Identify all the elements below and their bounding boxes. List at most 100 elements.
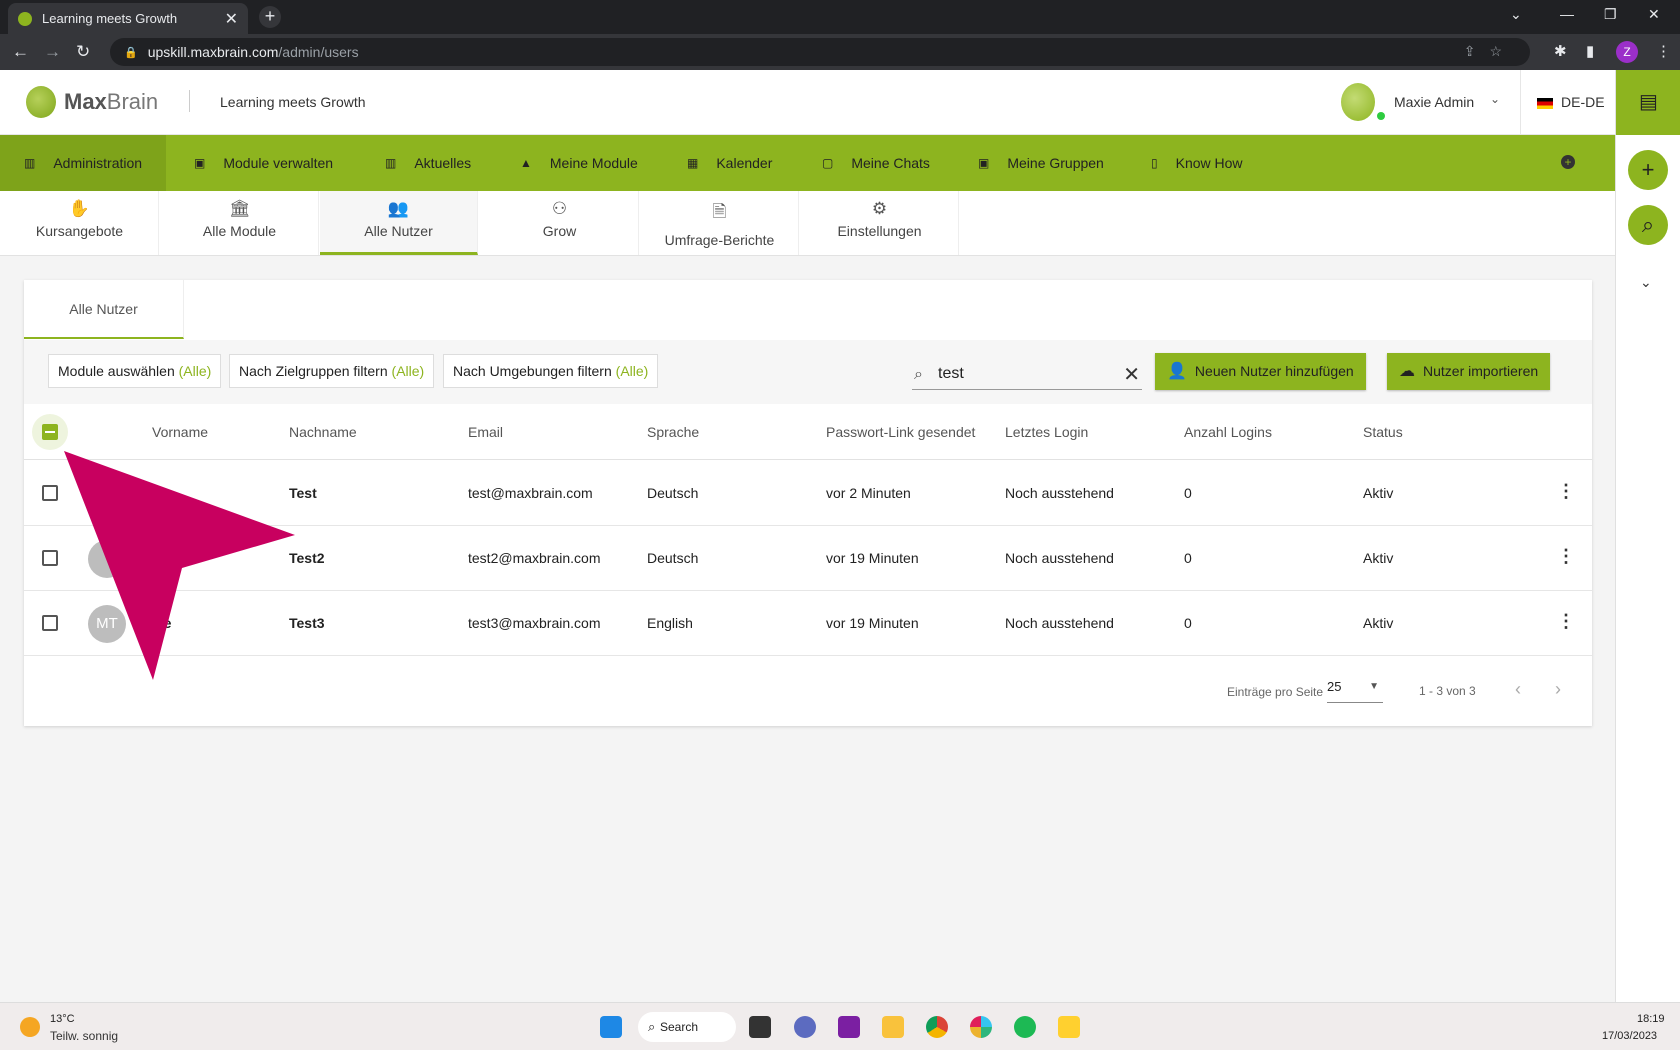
nav-label: Meine Module — [549, 155, 638, 171]
table-row[interactable]: Test2 test2@maxbrain.com Deutsch vor 19 … — [24, 526, 1592, 591]
address-bar[interactable]: 🔒 upskill.maxbrain.com/admin/users ⇪☆ — [110, 38, 1530, 66]
card-tab-alle-nutzer[interactable]: Alle Nutzer — [24, 280, 184, 339]
reload-icon[interactable]: ↻ — [76, 42, 90, 62]
avatar: MT — [88, 605, 126, 643]
nav-administration[interactable]: ▥ Administration — [0, 135, 167, 191]
col-email[interactable]: Email — [468, 424, 503, 440]
user-name[interactable]: Maxie Admin — [1394, 94, 1474, 110]
sidepanel-icon[interactable]: ▮ — [1586, 42, 1594, 60]
nav-meine-module[interactable]: ▲ Meine Module — [520, 135, 638, 191]
col-nachname[interactable]: Nachname — [289, 424, 357, 440]
filter-bar: Module auswählen (Alle) Nach Zielgruppen… — [24, 340, 1592, 404]
tab-kursangebote[interactable]: ✋ Kursangebote — [1, 191, 159, 255]
share-bookmark-icons[interactable]: ⇪☆ — [1464, 43, 1516, 60]
nav-know-how[interactable]: ▯ Know How — [1151, 135, 1243, 191]
chevron-down-icon[interactable]: ⌄ — [1640, 274, 1652, 291]
chat-icon[interactable]: ▤ — [1616, 70, 1680, 135]
task-view-icon[interactable] — [749, 1016, 771, 1038]
cell-email: test@maxbrain.com — [468, 485, 593, 501]
filter-umgebungen-button[interactable]: Nach Umgebungen filtern (Alle) — [443, 354, 659, 388]
new-tab-button[interactable]: + — [259, 6, 281, 28]
weather-temperature[interactable]: 13°C — [50, 1013, 75, 1025]
prev-page-icon[interactable]: ‹ — [1515, 679, 1521, 700]
table-row[interactable]: MT xie Test3 test3@maxbrain.com English … — [24, 591, 1592, 656]
back-icon[interactable]: ← — [12, 42, 29, 62]
onenote-icon[interactable] — [838, 1016, 860, 1038]
col-sprache[interactable]: Sprache — [647, 424, 699, 440]
file-explorer-icon[interactable] — [882, 1016, 904, 1038]
tab-alle-nutzer[interactable]: 👥 Alle Nutzer — [320, 191, 478, 255]
graduation-cap-icon: ▲ — [520, 156, 532, 170]
row-checkbox[interactable] — [42, 485, 58, 501]
user-avatar[interactable] — [1341, 83, 1375, 121]
forward-icon[interactable]: → — [44, 42, 61, 62]
report-icon: 🗎 — [712, 202, 727, 221]
col-vorname[interactable]: Vorname — [152, 424, 208, 440]
slack-icon[interactable] — [970, 1016, 992, 1038]
row-checkbox[interactable] — [42, 550, 58, 566]
calendar-icon: ▦ — [687, 156, 699, 170]
cell-status: Aktiv — [1363, 615, 1394, 631]
start-icon[interactable] — [600, 1016, 622, 1038]
users-icon: 👥 — [387, 199, 410, 218]
nav-module-verwalten[interactable]: ▣ Module verwalten — [194, 135, 333, 191]
clock-date[interactable]: 17/03/2023 — [1602, 1030, 1657, 1042]
chrome-menu-icon[interactable]: ⋮ — [1656, 42, 1671, 60]
cell-sprache: English — [647, 615, 693, 631]
language-selector[interactable]: DE-DE — [1561, 94, 1605, 110]
tab-label: Kursangebote — [35, 223, 124, 239]
tab-grow[interactable]: ⚇ Grow — [481, 191, 639, 255]
maxbrain-logo[interactable]: Max Brain — [26, 86, 158, 118]
clear-search-icon[interactable]: ✕ — [1123, 362, 1140, 387]
taskbar-search[interactable]: ⌕ Search — [638, 1012, 736, 1042]
close-tab-icon[interactable]: ✕ — [225, 9, 238, 29]
close-window-icon[interactable]: ✕ — [1648, 6, 1660, 23]
profile-avatar[interactable]: Z — [1616, 41, 1638, 63]
nav-meine-chats[interactable]: ▢ Meine Chats — [822, 135, 930, 191]
add-icon[interactable]: + — [1628, 150, 1668, 190]
user-menu-chevron-icon[interactable]: ⌄ — [1490, 92, 1500, 106]
restore-icon[interactable]: ❐ — [1604, 6, 1617, 23]
col-passwort-link[interactable]: Passwort-Link gesendet — [826, 424, 975, 440]
col-anzahl-logins[interactable]: Anzahl Logins — [1184, 424, 1272, 440]
col-status[interactable]: Status — [1363, 424, 1403, 440]
search-input[interactable] — [938, 362, 1108, 386]
table-row[interactable]: Test test@maxbrain.com Deutsch vor 2 Min… — [24, 461, 1592, 526]
weather-sun-icon[interactable] — [20, 1017, 40, 1037]
row-menu-icon[interactable]: ⋮ — [1557, 546, 1575, 567]
filter-zielgruppen-button[interactable]: Nach Zielgruppen filtern (Alle) — [229, 354, 435, 388]
per-page-select[interactable]: 25 ▼ — [1327, 679, 1383, 703]
tab-umfrage-berichte[interactable]: 🗎 Umfrage-Berichte — [641, 191, 799, 255]
col-letztes-login[interactable]: Letztes Login — [1005, 424, 1088, 440]
minimize-icon[interactable]: — — [1560, 6, 1574, 22]
nav-meine-gruppen[interactable]: ▣ Meine Gruppen — [978, 135, 1104, 191]
select-all-checkbox[interactable] — [42, 424, 58, 440]
add-user-button[interactable]: 👤 Neuen Nutzer hinzufügen — [1155, 353, 1366, 390]
weather-description[interactable]: Teilw. sonnig — [50, 1029, 118, 1043]
extensions-icon[interactable]: ✱ — [1554, 42, 1567, 60]
header-tagline: Learning meets Growth — [220, 94, 366, 110]
import-users-button[interactable]: ☁ Nutzer importieren — [1387, 353, 1551, 390]
row-menu-icon[interactable]: ⋮ — [1557, 611, 1575, 632]
browser-tab[interactable]: Learning meets Growth ✕ — [8, 3, 248, 34]
cell-email: test3@maxbrain.com — [468, 615, 601, 631]
brain-logo-icon — [26, 86, 56, 118]
cell-anzahl-logins: 0 — [1184, 550, 1192, 566]
tab-search-icon[interactable]: ⌄ — [1510, 6, 1522, 23]
next-page-icon[interactable]: › — [1555, 679, 1561, 700]
tab-einstellungen[interactable]: ⚙ Einstellungen — [801, 191, 959, 255]
teams-icon[interactable] — [794, 1016, 816, 1038]
search-icon[interactable]: ⌕ — [1628, 205, 1668, 245]
tab-alle-module[interactable]: 🏛 Alle Module — [161, 191, 319, 255]
row-checkbox[interactable] — [42, 615, 58, 631]
filter-modules-button[interactable]: Module auswählen (Alle) — [48, 354, 222, 388]
miro-icon[interactable] — [1058, 1016, 1080, 1038]
chrome-icon[interactable] — [926, 1016, 948, 1038]
clock-time[interactable]: 18:19 — [1637, 1013, 1665, 1025]
nav-kalender[interactable]: ▦ Kalender — [687, 135, 772, 191]
nav-add-icon[interactable]: + — [1561, 155, 1575, 169]
cell-passwort-link: vor 19 Minuten — [826, 615, 919, 631]
row-menu-icon[interactable]: ⋮ — [1557, 481, 1575, 502]
nav-aktuelles[interactable]: ▥ Aktuelles — [385, 135, 471, 191]
spotify-icon[interactable] — [1014, 1016, 1036, 1038]
